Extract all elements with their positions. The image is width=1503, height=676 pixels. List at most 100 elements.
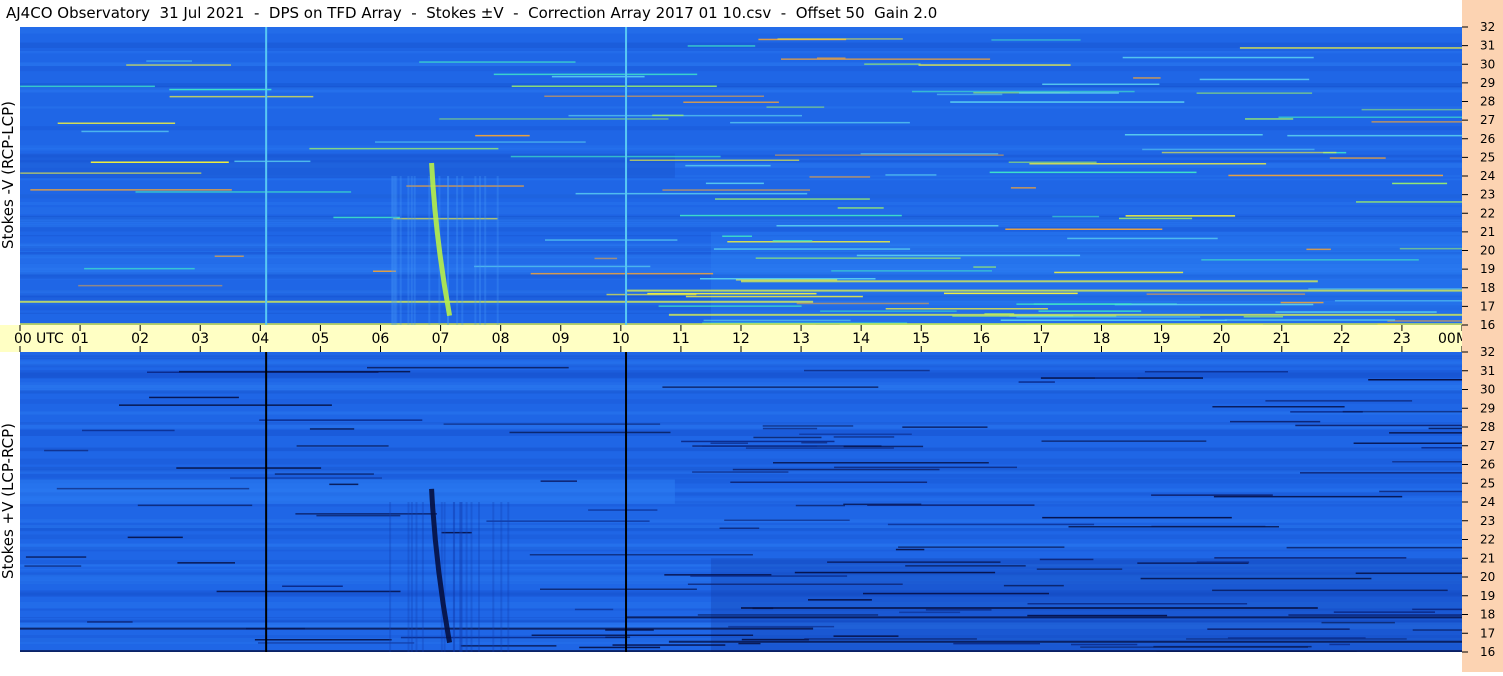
time-tick-label: 23 [1393,331,1411,347]
freq-tick: 20 [1462,570,1495,584]
burst-striation [507,502,509,652]
freq-band [20,355,1462,357]
rfi-streak [1400,248,1462,250]
rfi-streak [419,61,575,63]
spectrogram-bottom [20,352,1462,652]
rfi-streak [1225,319,1395,321]
freq-tick-label: 20 [1480,570,1495,584]
rfi-streak [540,589,697,591]
rfi-streak [595,258,618,260]
rfi-streak [375,141,586,143]
rfi-streak [820,310,957,312]
rfi-streak [1080,646,1308,648]
freq-band [20,358,1462,360]
rfi-streak [84,268,195,270]
burst-striation [414,176,416,325]
rfi-streak [1019,92,1119,94]
burst-striation [479,176,481,325]
rfi-streak [838,207,884,209]
freq-tick: 23 [1462,188,1495,202]
rfi-streak [834,467,1017,469]
rfi-streak [702,445,817,447]
rfi-streak [1126,215,1236,217]
rfi-streak [1200,79,1310,81]
rfi-streak [704,320,851,322]
rfi-streak [1379,491,1462,493]
freq-tick-label: 18 [1480,281,1495,295]
rfi-streak [1042,517,1232,519]
freq-tick: 27 [1462,113,1495,127]
freq-tick-label: 16 [1480,645,1495,659]
burst-striation [411,176,413,325]
rfi-streak [81,131,168,133]
freq-tick: 25 [1462,476,1495,490]
freq-band [20,126,1462,130]
time-tick-label: 21 [1273,331,1291,347]
freq-tick-label: 23 [1480,188,1495,202]
bottom-panel-ylabel: Stokes +V (LCP-RCP) [0,351,19,651]
rfi-streak [1029,163,1266,165]
freq-tick-label: 28 [1480,420,1495,434]
rfi-streak [763,425,854,427]
rfi-streak [796,505,845,507]
rfi-streak [711,443,749,445]
rfi-streak [510,432,671,434]
freq-band [20,202,1462,205]
rfi-streak [1322,622,1395,624]
time-marker-line [265,27,267,325]
freq-tick-label: 21 [1480,225,1495,239]
time-tick-label: 13 [792,331,810,347]
rfi-streak [541,480,577,482]
rfi-streak [1295,425,1462,427]
rfi-streak [919,64,1071,66]
rfi-streak [1042,84,1159,86]
rfi-streak [1037,568,1122,570]
freq-tick-label: 27 [1480,439,1495,453]
freq-tick-label: 24 [1480,169,1495,183]
rfi-streak [1421,447,1462,449]
burst-striation [416,502,418,652]
rfi-streak [763,428,817,430]
freq-band [20,51,1462,53]
burst-striation [461,176,463,325]
freq-tick-label: 22 [1480,533,1495,547]
rfi-streak [773,240,813,242]
rfi-streak [1356,573,1462,575]
rfi-streak [647,293,816,295]
rfi-streak [733,469,940,471]
rfi-streak-strong [669,641,1462,643]
rfi-streak [730,122,910,124]
rfi-streak [1141,578,1372,580]
rfi-streak [753,437,821,439]
burst-striation [411,502,413,652]
freq-tick: 21 [1462,551,1495,565]
time-tick-label: 14 [852,331,870,347]
rfi-streak [1362,109,1462,111]
rfi-streak [1412,609,1462,611]
time-tick-label: 16 [972,331,990,347]
freq-tick: 16 [1462,645,1495,659]
time-axis: 0001020304050607080910111213141516171819… [0,325,1462,352]
rfi-streak [681,441,834,443]
rfi-streak [545,239,677,241]
freq-tick-label: 32 [1480,20,1495,34]
rfi-streak [20,86,155,88]
freq-tick-label: 32 [1480,345,1495,359]
freq-band [20,430,1462,436]
freq-tick-label: 17 [1480,299,1495,313]
rfi-streak [1214,496,1402,498]
rfi-streak [1027,615,1167,617]
burst-striation [428,176,430,325]
time-tick-label: 00 [14,331,32,347]
freq-tick-label: 19 [1480,589,1495,603]
rfi-streak [1001,320,1227,322]
time-tick-label: 12 [732,331,750,347]
rfi-streak [1372,121,1463,123]
freq-tick: 29 [1462,401,1495,415]
rfi-streak [57,488,249,490]
rfi-streak [630,160,800,162]
time-unit-label: UTC [36,331,64,347]
rfi-streak [898,546,1064,548]
rfi-streak [169,89,271,91]
freq-tick: 17 [1462,299,1495,313]
